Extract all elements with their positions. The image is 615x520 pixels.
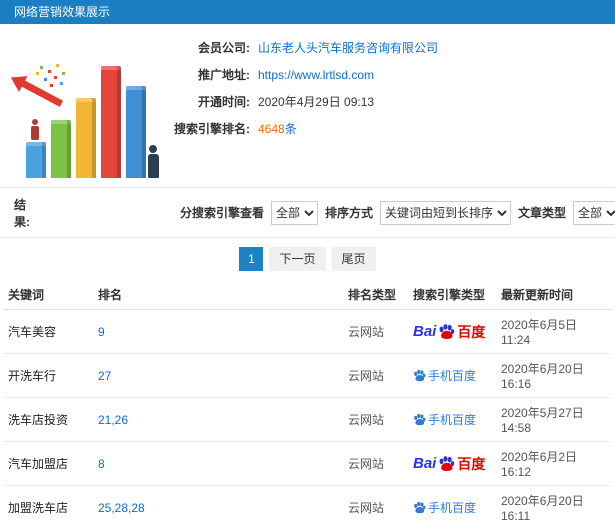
chart-bar <box>126 86 146 178</box>
baidu-paw-icon <box>439 456 455 471</box>
keyword-cell: 洗车店投资 <box>4 397 94 442</box>
promo-url-link[interactable]: https://www.lrtlsd.com <box>258 67 374 83</box>
baidu-paw-icon <box>414 369 426 382</box>
mobile-baidu-label: 手机百度 <box>428 369 477 383</box>
updated-time-cell: 2020年5月27日 14:58 <box>497 397 611 442</box>
baidu-logo: Bai 百度 <box>413 322 493 342</box>
updated-time-cell: 2020年6月2日 16:12 <box>497 441 611 486</box>
engine-cell: 手机百度 <box>409 353 497 398</box>
col-header-engine-type: 搜索引擎类型 <box>409 280 497 310</box>
sort-filter-label: 排序方式 <box>325 206 374 220</box>
rank-link[interactable]: 8 <box>98 457 105 471</box>
person-figure-right <box>146 145 160 178</box>
col-header-rank: 排名 <box>94 280 344 310</box>
baidu-logo-latin: Bai <box>413 323 437 340</box>
open-time-row: 开通时间: 2020年4月29日 09:13 <box>150 94 615 110</box>
filter-bar: 结果: 分搜索引擎查看 全部 排序方式 关键词由短到长排序 文章类型 全部 提交 <box>0 188 615 238</box>
keyword-rank-table: 关键词 排名 排名类型 搜索引擎类型 最新更新时间 汽车美容 9 云网站 Bai 百度 2… <box>4 280 611 520</box>
type-filter-label: 文章类型 <box>518 206 567 220</box>
filter-controls: 分搜索引擎查看 全部 排序方式 关键词由短到长排序 文章类型 全部 提交 <box>179 200 615 225</box>
engine-rank-count: 4648 <box>258 122 285 136</box>
company-link[interactable]: 山东老人头汽车服务咨询有限公司 <box>258 40 438 56</box>
engine-filter-select[interactable]: 全部 <box>271 200 318 225</box>
chart-bar <box>76 98 96 178</box>
sort-filter-select[interactable]: 关键词由短到长排序 <box>380 200 512 225</box>
rank-link[interactable]: 21,26 <box>98 413 128 427</box>
company-row: 会员公司: 山东老人头汽车服务咨询有限公司 <box>150 40 615 56</box>
rank-cell: 27 <box>94 353 344 398</box>
rank-type-cell: 云网站 <box>344 485 409 520</box>
promo-url-row: 推广地址: https://www.lrtlsd.com <box>150 67 615 83</box>
mobile-baidu-logo: 手机百度 <box>413 367 493 384</box>
chart-bars <box>26 66 146 178</box>
baidu-paw-icon <box>439 324 455 339</box>
table-row: 洗车店投资 21,26 云网站 手机百度 2020年5月27日 14:58 <box>4 397 611 442</box>
baidu-logo-latin: Bai <box>413 455 437 472</box>
next-page-button[interactable]: 下一页 <box>269 247 326 271</box>
keyword-cell: 汽车加盟店 <box>4 441 94 486</box>
rank-type-cell: 云网站 <box>344 397 409 442</box>
table-row: 汽车加盟店 8 云网站 Bai 百度 2020年6月2日 16:12 <box>4 441 611 486</box>
rank-type-cell: 云网站 <box>344 353 409 398</box>
rank-cell: 21,26 <box>94 397 344 442</box>
chart-bar <box>101 66 121 178</box>
type-filter-select[interactable]: 全部 <box>573 200 615 225</box>
engine-filter-label: 分搜索引擎查看 <box>179 206 264 220</box>
table-body: 汽车美容 9 云网站 Bai 百度 2020年6月5日 11:24 开洗车行 27 云网站 手机百… <box>4 309 611 520</box>
page-title: 网络营销效果展示 <box>0 0 615 24</box>
updated-time-cell: 2020年6月20日 16:11 <box>497 485 611 520</box>
col-header-keyword: 关键词 <box>4 280 94 310</box>
chart-bar <box>26 142 46 178</box>
rank-cell: 9 <box>94 309 344 354</box>
baidu-logo: Bai 百度 <box>413 454 493 474</box>
chart-bar <box>51 120 71 178</box>
table-row: 加盟洗车店 25,28,28 云网站 手机百度 2020年6月20日 16:11 <box>4 485 611 520</box>
baidu-logo-cn: 百度 <box>457 455 486 472</box>
rank-type-cell: 云网站 <box>344 309 409 354</box>
table-row: 开洗车行 27 云网站 手机百度 2020年6月20日 16:16 <box>4 353 611 398</box>
updated-time-cell: 2020年6月5日 11:24 <box>497 309 611 354</box>
person-figure-left <box>30 119 40 140</box>
page-number-current[interactable]: 1 <box>239 247 264 271</box>
updated-time-cell: 2020年6月20日 16:16 <box>497 353 611 398</box>
col-header-updated: 最新更新时间 <box>497 280 611 310</box>
engine-cell: Bai 百度 <box>409 441 497 486</box>
keyword-cell: 加盟洗车店 <box>4 485 94 520</box>
baidu-logo-cn: 百度 <box>457 323 486 340</box>
mobile-baidu-label: 手机百度 <box>428 501 477 515</box>
engine-rank-unit: 条 <box>284 122 297 136</box>
open-time-value: 2020年4月29日 09:13 <box>258 95 375 109</box>
engine-cell: Bai 百度 <box>409 309 497 354</box>
baidu-paw-icon <box>414 501 426 514</box>
keyword-cell: 开洗车行 <box>4 353 94 398</box>
col-header-rank-type: 排名类型 <box>344 280 409 310</box>
bar-chart-image <box>6 32 174 182</box>
baidu-paw-icon <box>414 413 426 426</box>
pagination: 1 下一页 尾页 <box>0 238 615 280</box>
member-info: 会员公司: 山东老人头汽车服务咨询有限公司 推广地址: https://www.… <box>150 24 615 137</box>
engine-cell: 手机百度 <box>409 397 497 442</box>
table-header-row: 关键词 排名 排名类型 搜索引擎类型 最新更新时间 <box>4 280 611 310</box>
last-page-button[interactable]: 尾页 <box>331 247 376 271</box>
engine-cell: 手机百度 <box>409 485 497 520</box>
info-section: 会员公司: 山东老人头汽车服务咨询有限公司 推广地址: https://www.… <box>0 24 615 188</box>
mobile-baidu-label: 手机百度 <box>428 413 477 427</box>
rank-type-cell: 云网站 <box>344 441 409 486</box>
rank-link[interactable]: 27 <box>98 369 111 383</box>
rank-link[interactable]: 25,28,28 <box>98 501 145 515</box>
table-row: 汽车美容 9 云网站 Bai 百度 2020年6月5日 11:24 <box>4 309 611 354</box>
rank-cell: 25,28,28 <box>94 485 344 520</box>
mobile-baidu-logo: 手机百度 <box>413 411 493 428</box>
rank-cell: 8 <box>94 441 344 486</box>
rank-link[interactable]: 9 <box>98 325 105 339</box>
mobile-baidu-logo: 手机百度 <box>413 499 493 516</box>
engine-rank-row: 搜索引擎排名: 4648条 <box>150 121 615 137</box>
keyword-cell: 汽车美容 <box>4 309 94 354</box>
result-label: 结果: <box>14 197 30 229</box>
